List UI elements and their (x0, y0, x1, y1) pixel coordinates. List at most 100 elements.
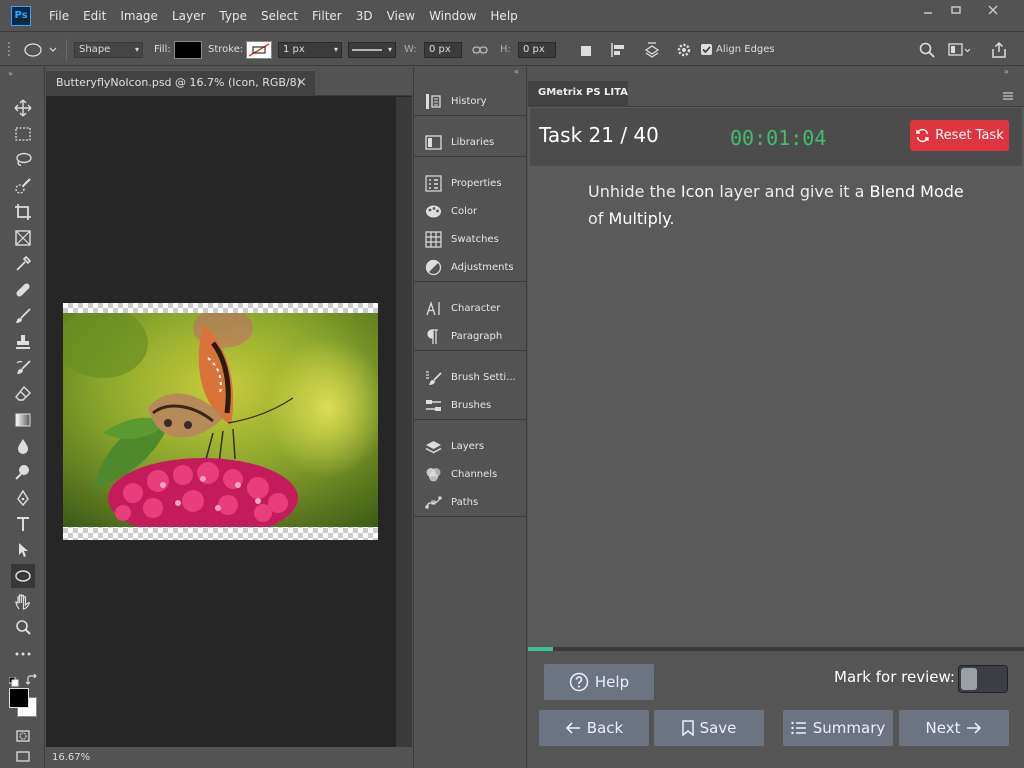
tool-preset-picker[interactable] (22, 33, 58, 66)
blur-tool-icon[interactable] (11, 434, 35, 458)
gmetrix-tab[interactable]: GMetrix PS LITA (528, 81, 628, 107)
menu-type[interactable]: Type (212, 9, 254, 23)
vertical-scrollbar[interactable] (396, 97, 412, 747)
back-label: Back (586, 719, 624, 737)
dock-item-character[interactable]: Character (414, 294, 526, 322)
dock-item-adjustments[interactable]: Adjustments (414, 253, 526, 281)
collapse-arrows-icon[interactable]: » (8, 69, 13, 78)
zoom-level[interactable]: 16.67% (52, 752, 90, 763)
menu-select[interactable]: Select (254, 9, 305, 23)
dock-item-color[interactable]: Color (414, 197, 526, 225)
refresh-icon (916, 128, 929, 143)
help-button[interactable]: Help (544, 664, 654, 700)
menu-help[interactable]: Help (483, 9, 524, 23)
brush-settings-icon (426, 370, 442, 385)
dock-item-channels[interactable]: Channels (414, 460, 526, 488)
collapse-arrows-icon[interactable]: « (514, 67, 519, 76)
align-edges-checkbox[interactable]: Align Edges (701, 33, 775, 66)
frame-tool-icon[interactable] (11, 226, 35, 250)
foreground-color-swatch[interactable] (9, 688, 29, 708)
menu-layer[interactable]: Layer (165, 9, 212, 23)
dock-item-paragraph[interactable]: Paragraph (414, 322, 526, 350)
instruction-keyword: Blend Mode (869, 182, 964, 201)
stroke-width-field[interactable]: 1 px ▾ (278, 41, 342, 58)
collapse-arrows-icon[interactable]: » (1004, 67, 1009, 76)
reset-task-label: Reset Task (935, 128, 1004, 143)
restore-icon[interactable] (941, 4, 971, 20)
minimize-icon[interactable] (913, 4, 943, 20)
height-field[interactable]: 0 px (518, 41, 556, 58)
shape-mode-select[interactable]: Shape ▾ (74, 41, 143, 58)
width-field[interactable]: 0 px (424, 41, 462, 58)
summary-button[interactable]: Summary (783, 710, 893, 746)
gear-icon[interactable] (676, 33, 692, 66)
pen-tool-icon[interactable] (11, 486, 35, 510)
quick-mask-icon[interactable] (11, 724, 35, 748)
quick-selection-tool-icon[interactable] (11, 174, 35, 198)
menu-file[interactable]: File (42, 9, 76, 23)
share-icon[interactable] (990, 33, 1008, 66)
history-brush-tool-icon[interactable] (11, 356, 35, 380)
dodge-tool-icon[interactable] (11, 460, 35, 484)
dock-item-brushes[interactable]: Brushes (414, 391, 526, 419)
dock-item-swatches[interactable]: Swatches (414, 225, 526, 253)
close-window-icon[interactable] (978, 4, 1008, 20)
save-button[interactable]: Save (654, 710, 764, 746)
dock-item-label: Layers (451, 440, 485, 452)
crop-tool-icon[interactable] (11, 200, 35, 224)
brush-tool-icon[interactable] (11, 304, 35, 328)
width-label: W: (404, 44, 417, 55)
menu-window[interactable]: Window (422, 9, 483, 23)
dock-item-libraries[interactable]: Libraries (414, 128, 526, 156)
screen-mode-icon[interactable] (11, 747, 35, 765)
panel-menu-icon[interactable] (1002, 86, 1014, 105)
menu-view[interactable]: View (380, 9, 422, 23)
workspace-icon[interactable] (948, 33, 970, 66)
dock-item-layers[interactable]: Layers (414, 432, 526, 460)
stroke-type-select[interactable]: ▾ (348, 41, 396, 58)
eraser-tool-icon[interactable] (11, 382, 35, 406)
dock-item-history[interactable]: History (414, 87, 526, 115)
mark-review-toggle[interactable] (958, 665, 1008, 693)
zoom-tool-icon[interactable] (11, 616, 35, 640)
reset-task-button[interactable]: Reset Task (910, 120, 1009, 151)
arrow-right-icon (967, 722, 982, 734)
search-icon[interactable] (918, 33, 936, 66)
document-tab[interactable]: ButteryflyNoIcon.psd @ 16.7% (Icon, RGB/… (46, 70, 315, 96)
instruction-keyword: Multiply (608, 209, 670, 228)
gradient-tool-icon[interactable] (11, 408, 35, 432)
clone-stamp-tool-icon[interactable] (11, 330, 35, 354)
instruction-keyword: Icon (680, 182, 715, 201)
eyedropper-tool-icon[interactable] (11, 252, 35, 276)
menu-filter[interactable]: Filter (305, 9, 349, 23)
menu-edit[interactable]: Edit (76, 9, 113, 23)
more-tools-icon[interactable] (11, 642, 35, 666)
dock-item-brush-settings[interactable]: Brush Setti... (414, 363, 526, 391)
marquee-tool-icon[interactable] (11, 122, 35, 146)
path-operations-icon[interactable] (578, 33, 594, 66)
stroke-swatch[interactable] (246, 40, 272, 59)
menu-image[interactable]: Image (113, 9, 165, 23)
hand-tool-icon[interactable] (11, 590, 35, 614)
healing-brush-tool-icon[interactable] (11, 278, 35, 302)
link-icon[interactable] (472, 33, 488, 66)
instruction-text: Unhide the (588, 182, 681, 201)
dock-item-properties[interactable]: Properties (414, 169, 526, 197)
move-tool-icon[interactable] (11, 96, 35, 120)
canvas-area[interactable] (46, 97, 396, 747)
back-button[interactable]: Back (539, 710, 649, 746)
dock-item-paths[interactable]: Paths (414, 488, 526, 516)
lasso-tool-icon[interactable] (11, 148, 35, 172)
ellipse-tool-icon[interactable] (11, 564, 35, 588)
path-alignment-icon[interactable] (610, 33, 628, 66)
fill-swatch[interactable] (174, 40, 202, 59)
instruction-text: . (669, 209, 675, 228)
path-arrangement-icon[interactable] (642, 33, 662, 66)
path-selection-tool-icon[interactable] (11, 538, 35, 562)
dock-item-label: Paragraph (451, 330, 503, 342)
close-tab-icon[interactable]: × (296, 71, 307, 95)
menu-3d[interactable]: 3D (349, 9, 380, 23)
next-button[interactable]: Next (899, 710, 1009, 746)
type-tool-icon[interactable] (11, 512, 35, 536)
dock-group-character: Character Paragraph (414, 294, 526, 351)
